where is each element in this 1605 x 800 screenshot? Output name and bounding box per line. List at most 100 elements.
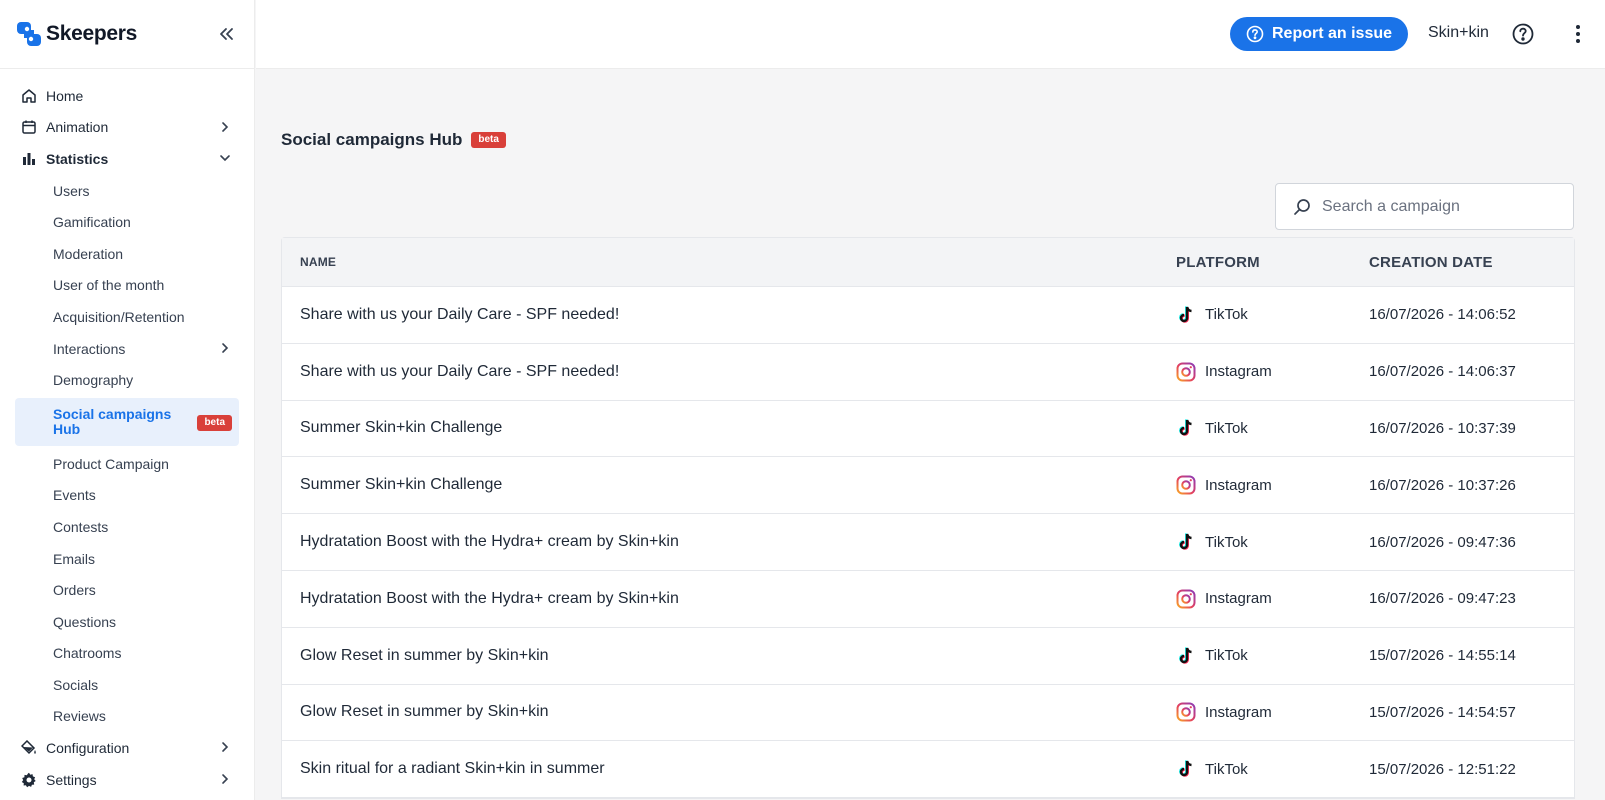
chevron-right-icon	[222, 742, 229, 753]
page-title-row: Social campaigns Hub beta	[281, 130, 506, 150]
sidebar-item-statistics[interactable]: Statistics	[0, 143, 254, 175]
chevron-right-icon	[222, 121, 229, 132]
table-row[interactable]: Glow Reset in summer by Skin+kin TikTok 15…	[282, 628, 1574, 685]
search-input[interactable]	[1322, 197, 1562, 216]
campaign-platform: TikTok	[1176, 532, 1369, 552]
sidebar-item-label: Orders	[53, 582, 96, 599]
beta-badge: beta	[197, 414, 232, 431]
platform-label: TikTok	[1205, 419, 1248, 437]
sidebar-item-label: Socials	[53, 676, 99, 693]
campaign-name: Glow Reset in summer by Skin+kin	[300, 646, 549, 664]
platform-label: TikTok	[1205, 647, 1248, 665]
sidebar-item-animation[interactable]: Animation	[0, 112, 254, 144]
sidebar-subitem-social-campaigns-hub[interactable]: Social campaigns Hub beta	[15, 397, 239, 446]
campaign-platform: TikTok	[1176, 646, 1369, 666]
sidebar-subitem-interactions[interactable]: Interactions	[0, 333, 254, 365]
platform-label: Instagram	[1205, 590, 1272, 608]
sidebar-subitem-user-of-the-month[interactable]: User of the month	[0, 270, 254, 302]
campaign-name: Hydratation Boost with the Hydra+ cream …	[300, 589, 679, 607]
sidebar-item-settings[interactable]: Settings	[0, 764, 254, 796]
sidebar-item-label: Configuration	[46, 740, 130, 757]
column-header-platform[interactable]: Platform	[1176, 254, 1369, 271]
column-header-name[interactable]: Name	[282, 255, 1176, 269]
table-row[interactable]: Skin ritual for a radiant Skin+kin in su…	[282, 741, 1574, 799]
sidebar-item-label: Interactions	[53, 340, 126, 357]
table-row[interactable]: Summer Skin+kin Challenge Instagram 16/07/…	[282, 457, 1574, 515]
campaign-creation-date: 16/07/2026 - 10:37:39	[1369, 419, 1516, 437]
sidebar-subitem-questions[interactable]: Questions	[0, 606, 254, 638]
sidebar-item-label: Demography	[53, 372, 134, 389]
sidebar-subitem-acquisition-retention[interactable]: Acquisition/Retention	[0, 301, 254, 333]
collapse-sidebar-button[interactable]	[214, 22, 238, 46]
sidebar-subitem-moderation[interactable]: Moderation	[0, 238, 254, 270]
platform-label: Instagram	[1205, 476, 1272, 494]
sidebar-item-label: Acquisition/Retention	[53, 308, 185, 325]
account-name[interactable]: Skin+kin	[1428, 24, 1489, 42]
report-issue-button[interactable]: Report an issue	[1230, 17, 1408, 51]
campaign-platform: Instagram	[1176, 702, 1369, 722]
sidebar-subitem-demography[interactable]: Demography	[0, 364, 254, 396]
platform-label: TikTok	[1205, 306, 1248, 324]
sidebar-item-label: Statistics	[46, 150, 109, 167]
sidebar-item-label: Settings	[46, 771, 97, 788]
sidebar-subitem-product-campaign[interactable]: Product Campaign	[0, 448, 254, 480]
platform-label: TikTok	[1205, 533, 1248, 551]
instagram-icon	[1176, 702, 1196, 722]
campaign-creation-date: 16/07/2026 - 09:47:23	[1369, 590, 1516, 608]
sidebar-subitem-orders[interactable]: Orders	[0, 574, 254, 606]
sidebar-item-label: Animation	[46, 119, 109, 136]
sidebar-item-label: Social campaigns Hub	[53, 405, 172, 437]
sidebar-subitem-socials[interactable]: Socials	[0, 669, 254, 701]
bar-chart-icon	[21, 151, 37, 167]
main-content: Social campaigns Hub beta Name Platform …	[256, 70, 1605, 800]
calendar-icon	[21, 119, 37, 135]
sidebar-subitem-users[interactable]: Users	[0, 175, 254, 207]
sidebar-item-home[interactable]: Home	[0, 80, 254, 112]
campaign-creation-date: 15/07/2026 - 12:51:22	[1369, 760, 1516, 778]
instagram-icon	[1176, 589, 1196, 609]
sidebar-subitem-emails[interactable]: Emails	[0, 543, 254, 575]
sidebar-subitem-gamification[interactable]: Gamification	[0, 206, 254, 238]
platform-label: Instagram	[1205, 703, 1272, 721]
page-title: Social campaigns Hub	[281, 130, 463, 149]
sidebar-item-label: Chatrooms	[53, 645, 122, 662]
table-row[interactable]: Share with us your Daily Care - SPF need…	[282, 287, 1574, 344]
more-vertical-icon[interactable]	[1566, 22, 1590, 46]
table-row[interactable]: Glow Reset in summer by Skin+kin Instagra…	[282, 685, 1574, 742]
platform-label: TikTok	[1205, 760, 1248, 778]
sidebar-item-configuration[interactable]: Configuration	[0, 732, 254, 764]
sidebar-item-label: User of the month	[53, 277, 165, 294]
campaign-creation-date: 16/07/2026 - 14:06:37	[1369, 363, 1516, 381]
instagram-icon	[1176, 475, 1196, 495]
campaign-name: Share with us your Daily Care - SPF need…	[300, 362, 620, 380]
report-issue-label: Report an issue	[1271, 25, 1393, 42]
sidebar-subitem-events[interactable]: Events	[0, 480, 254, 512]
column-header-creation-date[interactable]: Creation date	[1369, 254, 1574, 271]
home-icon	[21, 88, 37, 104]
paint-bucket-icon	[21, 740, 37, 756]
table-header: Name Platform Creation date	[282, 238, 1574, 287]
table-row[interactable]: Summer Skin+kin Challenge TikTok 16/07/202…	[282, 401, 1574, 458]
campaign-platform: Instagram	[1176, 589, 1369, 609]
campaign-name: Hydratation Boost with the Hydra+ cream …	[300, 533, 679, 551]
sidebar-subitem-chatrooms[interactable]: Chatrooms	[0, 638, 254, 670]
help-icon[interactable]	[1511, 22, 1535, 46]
campaign-creation-date: 15/07/2026 - 14:54:57	[1369, 703, 1516, 721]
chevron-down-icon	[220, 155, 230, 162]
brand-name: Skeepers	[46, 22, 138, 45]
table-row[interactable]: Share with us your Daily Care - SPF need…	[282, 344, 1574, 401]
campaign-name: Summer Skin+kin Challenge	[300, 419, 503, 437]
table-row[interactable]: Hydratation Boost with the Hydra+ cream …	[282, 514, 1574, 571]
gear-icon	[21, 772, 37, 788]
search-box[interactable]	[1275, 183, 1574, 230]
campaign-name: Share with us your Daily Care - SPF need…	[300, 305, 620, 323]
campaign-creation-date: 16/07/2026 - 10:37:26	[1369, 476, 1516, 494]
sidebar-subitem-contests[interactable]: Contests	[0, 511, 254, 543]
sidebar-subitem-reviews[interactable]: Reviews	[0, 701, 254, 733]
sidebar-item-label: Contests	[53, 518, 109, 535]
topbar: Report an issue Skin+kin	[256, 0, 1605, 69]
help-circle-icon	[1246, 25, 1264, 43]
campaign-platform: TikTok	[1176, 418, 1369, 438]
tiktok-icon	[1179, 306, 1192, 323]
table-row[interactable]: Hydratation Boost with the Hydra+ cream …	[282, 571, 1574, 628]
